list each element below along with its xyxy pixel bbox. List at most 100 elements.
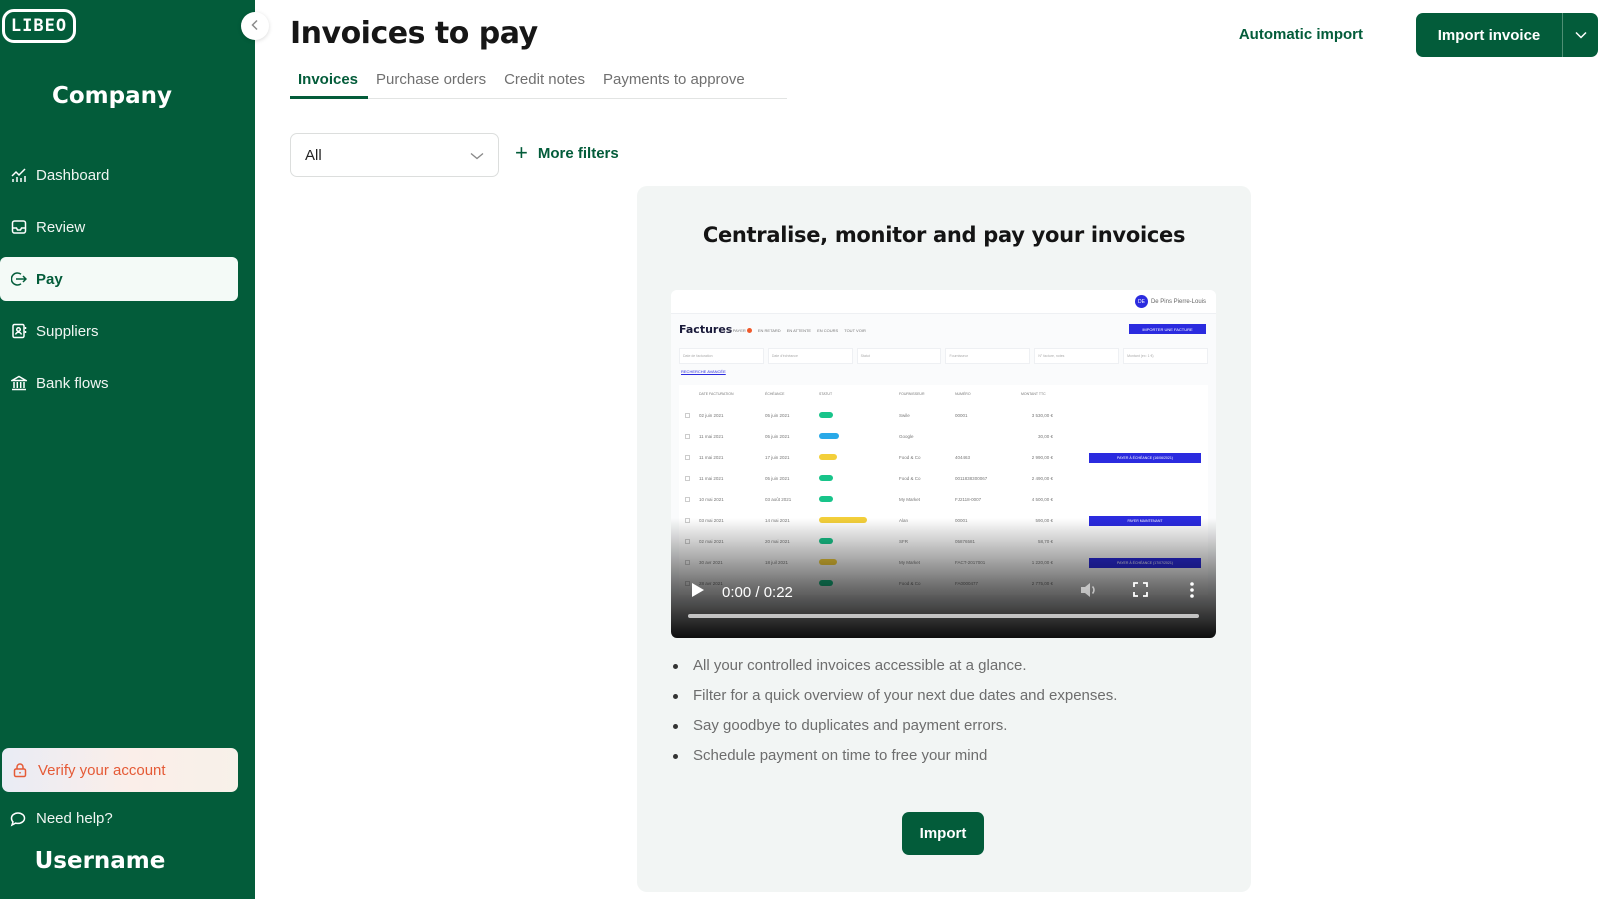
preview-cell-date: 11 mai 2021: [699, 476, 724, 481]
preview-cell-due: 05 juin 2021: [765, 476, 790, 481]
chat-bubble-icon: [10, 811, 28, 827]
chevron-down-icon: [470, 147, 484, 164]
preview-cell-supplier: Google: [899, 434, 914, 439]
preview-checkbox: [685, 476, 690, 481]
preview-status-pill: [819, 454, 837, 460]
chevron-down-icon: [1574, 26, 1587, 44]
preview-cell-supplier: Food & Co: [899, 476, 921, 481]
empty-state-card: Centralise, monitor and pay your invoice…: [637, 186, 1251, 892]
import-button[interactable]: Import: [902, 812, 984, 855]
sidebar-item-review[interactable]: Review: [0, 205, 238, 249]
fullscreen-icon[interactable]: [1133, 582, 1148, 602]
tab-credit-notes[interactable]: Credit notes: [496, 66, 595, 99]
more-options-icon[interactable]: [1190, 581, 1194, 603]
preview-status-pill: [819, 433, 839, 439]
tab-purchase-orders[interactable]: Purchase orders: [368, 66, 496, 99]
sidebar-item-bank-flows[interactable]: Bank flows: [0, 361, 238, 405]
import-invoice-dropdown-button[interactable]: [1563, 13, 1598, 57]
preview-table-header: DATE FACTURATION ÉCHÉANCE STATUT FOURNIS…: [699, 392, 1046, 396]
preview-user-name: De Pins Pierre-Louis: [1150, 298, 1206, 305]
verify-account-button[interactable]: Verify your account: [2, 748, 238, 792]
sidebar: LIBEO Company Dashboard Review Pay Suppl…: [0, 0, 255, 899]
preview-cell-amount: 2 490,00 €: [1031, 476, 1053, 481]
preview-cell-date: 10 mai 2021: [699, 497, 724, 502]
preview-cell-supplier: Food & Co: [899, 455, 921, 460]
username[interactable]: Username: [0, 848, 200, 874]
more-filters-button[interactable]: + More filters: [515, 142, 619, 164]
sidebar-item-label: Suppliers: [36, 322, 99, 340]
preview-table-row: 10 mai 2021 03 août 2021 My Market FJ2118-0…: [679, 490, 1208, 511]
preview-cell-due: 17 juin 2021: [765, 455, 790, 460]
preview-status-pill: [819, 475, 833, 481]
status-filter-select[interactable]: All: [290, 133, 499, 177]
preview-status-pill: [819, 496, 833, 502]
volume-icon[interactable]: [1080, 582, 1098, 603]
import-invoice-button[interactable]: Import invoice: [1416, 13, 1563, 57]
preview-filters: Date de facturation Date d'échéance Stat…: [679, 348, 1208, 364]
pay-arrow-icon: [10, 270, 28, 288]
collapse-sidebar-button[interactable]: [241, 12, 269, 40]
need-help-link[interactable]: Need help?: [10, 810, 113, 827]
preview-checkbox: [685, 434, 690, 439]
libeo-logo[interactable]: LIBEO: [2, 9, 76, 43]
sidebar-item-suppliers[interactable]: Suppliers: [0, 309, 238, 353]
sidebar-item-pay[interactable]: Pay: [0, 257, 238, 301]
preview-table-row: 11 mai 2021 05 juin 2021 Google 30,00 €: [679, 427, 1208, 448]
bank-icon: [10, 374, 28, 392]
chart-icon: [10, 166, 28, 184]
feature-item: Schedule payment on time to free your mi…: [673, 741, 1117, 771]
more-filters-label: More filters: [537, 144, 619, 162]
preview-cell-supplier: Swile: [899, 413, 910, 418]
preview-cell-number: 00001: [955, 413, 968, 418]
sidebar-item-label: Pay: [36, 270, 63, 288]
preview-subtab: EN ATTENTE: [786, 328, 812, 333]
preview-cell-number: FJ2118-0007: [955, 497, 982, 502]
play-icon[interactable]: [691, 582, 705, 603]
preview-subtab: EN RETARD: [757, 328, 781, 333]
need-help-label: Need help?: [36, 810, 113, 827]
tab-invoices[interactable]: Invoices: [290, 66, 369, 99]
sidebar-item-label: Bank flows: [36, 374, 109, 392]
feature-item: Say goodbye to duplicates and payment er…: [673, 711, 1117, 741]
preview-cell-amount: 4 500,00 €: [1031, 497, 1053, 502]
preview-filter: Date de facturation: [679, 348, 764, 364]
sidebar-nav: Dashboard Review Pay Suppliers Bank flow…: [0, 153, 238, 413]
tab-payments-to-approve[interactable]: Payments to approve: [595, 66, 755, 99]
sidebar-item-label: Dashboard: [36, 166, 110, 184]
demo-video-player[interactable]: DE De Pins Pierre-Louis Factures À PAYER…: [671, 290, 1216, 638]
preview-subtabs: À PAYER EN RETARD EN ATTENTE EN COURS TO…: [729, 328, 866, 334]
preview-filter: Montant (ex: 1 €): [1123, 348, 1208, 364]
preview-filter: Fournisseur: [945, 348, 1031, 364]
verify-account-label: Verify your account: [38, 761, 166, 779]
preview-table-row: 11 mai 2021 17 juin 2021 Food & Co 404463 2 …: [679, 448, 1208, 469]
preview-pay-button: PAYER À ÉCHÉANCE (16/06/2021): [1089, 453, 1201, 463]
sidebar-item-dashboard[interactable]: Dashboard: [0, 153, 238, 197]
preview-filter: Date d'échéance: [767, 348, 853, 364]
feature-item: Filter for a quick overview of your next…: [673, 681, 1117, 711]
preview-heading: Factures: [679, 323, 733, 336]
preview-avatar: DE: [1134, 295, 1148, 308]
page-title: Invoices to pay: [290, 16, 538, 51]
lock-icon: [12, 762, 30, 778]
video-controls: 0:00 / 0:22: [671, 580, 1216, 604]
preview-cell-amount: 3 530,00 €: [1031, 413, 1053, 418]
preview-cell-amount: 2 990,00 €: [1031, 455, 1053, 460]
preview-cell-due: 03 août 2021: [765, 497, 792, 502]
preview-user: DE De Pins Pierre-Louis: [1134, 295, 1206, 308]
automatic-import-link[interactable]: Automatic import: [1239, 26, 1363, 43]
video-progress-bar[interactable]: [688, 614, 1199, 618]
preview-table-row: 02 juin 2021 05 juin 2021 Swile 00001 3 530,…: [679, 406, 1208, 427]
preview-cell-date: 11 mai 2021: [699, 434, 724, 439]
company-name: Company: [52, 83, 172, 109]
preview-cell-date: 02 juin 2021: [699, 413, 724, 418]
preview-subtab: EN COURS: [817, 328, 839, 333]
feature-item: All your controlled invoices accessible …: [673, 651, 1117, 681]
preview-topbar: DE De Pins Pierre-Louis: [671, 290, 1216, 314]
preview-advanced-search: RECHERCHE AVANCÉE: [681, 369, 726, 374]
preview-cell-number: 404463: [955, 455, 971, 460]
contacts-book-icon: [10, 322, 28, 340]
preview-status-pill: [819, 412, 833, 418]
preview-checkbox: [685, 497, 690, 502]
preview-cell-due: 05 juin 2021: [765, 434, 790, 439]
invoice-tabs: Invoices Purchase orders Credit notes Pa…: [290, 66, 787, 99]
